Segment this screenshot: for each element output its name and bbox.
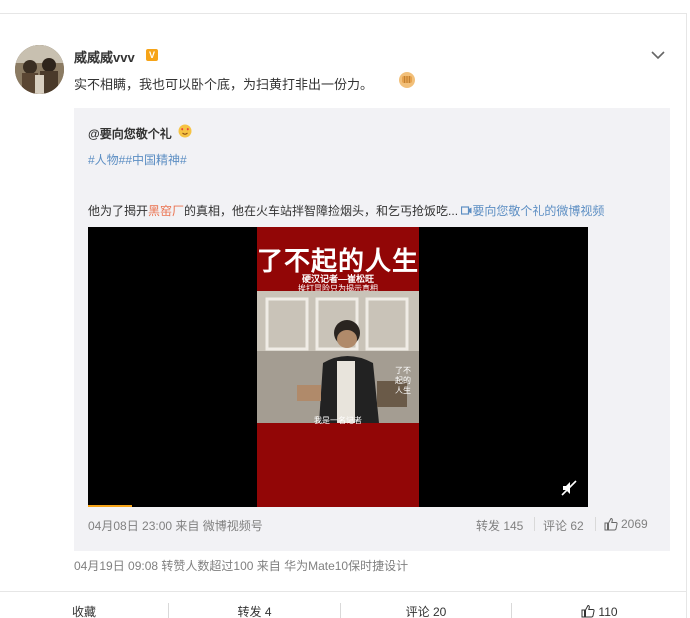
- heart-eyes-emoji-icon: [178, 124, 192, 138]
- favorite-button[interactable]: 收藏: [0, 592, 168, 618]
- post-timestamp[interactable]: 04月19日 09:08 转赞人数超过100 来自 华为Mate10保时捷设计: [74, 557, 408, 574]
- comment-button[interactable]: 评论 20: [341, 592, 511, 618]
- mute-icon[interactable]: [561, 480, 577, 496]
- post-text: 实不相瞒，我也可以卧个底，为扫黄打非出一份力。: [74, 77, 374, 92]
- video-side-text: 了不起的人生: [395, 366, 411, 395]
- like-button[interactable]: 110: [512, 592, 687, 618]
- like-count[interactable]: 2069: [621, 517, 648, 531]
- like-button-count: 110: [598, 605, 618, 618]
- thumbs-up-icon: [581, 604, 595, 618]
- original-text-before: 他为了揭开: [88, 204, 149, 218]
- video-frame: 了不起的人生 硬汉记者—崔松旺 挨打冒险只为揭示真相 了不起的人生 我是一名记者: [257, 227, 419, 507]
- video-link-icon: [461, 206, 472, 215]
- divider: [595, 517, 596, 531]
- video-link-label: 要向您敬个礼的微博视频: [472, 204, 605, 218]
- video-progress-bar[interactable]: [88, 505, 132, 507]
- weibo-post-card: 威威威vvv V 实不相瞒，我也可以卧个底，为扫黄打非出一份力。 @要向您敬个礼…: [0, 13, 687, 618]
- chevron-down-icon[interactable]: [651, 50, 665, 60]
- topic-tags[interactable]: #人物##中国精神#: [88, 151, 187, 168]
- repost-count-link[interactable]: 转发 145: [476, 517, 523, 534]
- video-scene-image: [257, 291, 419, 423]
- repost-box: @要向您敬个礼 #人物##中国精神# 他为了揭开黑窑厂的真相，他在火车站拌智障捡…: [74, 108, 670, 551]
- username[interactable]: 威威威vvv: [74, 47, 135, 66]
- verified-badge-icon: V: [146, 49, 158, 61]
- avatar[interactable]: [15, 45, 64, 94]
- original-text: 他为了揭开黑窑厂的真相，他在火车站拌智障捡烟头，和乞丐抢饭吃... 要向您敬个礼…: [88, 202, 604, 219]
- repost-timestamp[interactable]: 04月08日 23:00 来自 微博视频号: [88, 517, 263, 534]
- action-bar: 收藏 转发 4 评论 20 110: [0, 591, 687, 618]
- comment-count-link[interactable]: 评论 62: [543, 517, 584, 534]
- highlight-keyword[interactable]: 黑窑厂: [148, 204, 184, 218]
- repost-button[interactable]: 转发 4: [169, 592, 340, 618]
- original-text-after: 的真相，他在火车站拌智障捡烟头，和乞丐抢饭吃...: [184, 204, 459, 218]
- video-link[interactable]: 要向您敬个礼的微博视频: [461, 204, 604, 218]
- thumbs-up-icon[interactable]: [604, 517, 618, 531]
- divider: [534, 517, 535, 531]
- original-username[interactable]: @要向您敬个礼: [88, 125, 172, 142]
- video-caption: 我是一名记者: [314, 416, 362, 425]
- fist-emoji-icon: [399, 72, 415, 88]
- video-player[interactable]: 了不起的人生 硬汉记者—崔松旺 挨打冒险只为揭示真相 了不起的人生 我是一名记者: [88, 227, 588, 507]
